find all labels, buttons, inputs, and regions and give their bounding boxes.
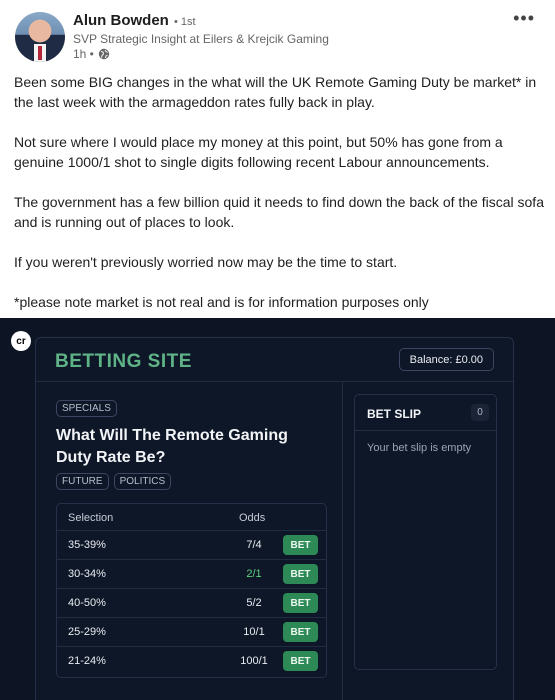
bet-slip-panel: BET SLIP 0 Your bet slip is empty [354, 394, 497, 670]
avatar[interactable] [15, 12, 65, 62]
odds-table: Selection Odds 35-39% 7/4 BET 30-34% 2/1… [56, 503, 327, 678]
post-paragraph: The government has a few billion quid it… [14, 194, 544, 230]
header-selection: Selection [68, 512, 114, 524]
connection-degree: • 1st [174, 16, 196, 28]
post-time: 1h • [73, 47, 94, 61]
bet-slip-empty-text: Your bet slip is empty [367, 442, 472, 454]
tag-politics: POLITICS [113, 473, 172, 490]
selection-cell: 30-34% [68, 568, 106, 580]
bet-button[interactable]: BET [283, 564, 318, 584]
more-options-icon[interactable]: ••• [513, 8, 535, 29]
globe-icon [98, 48, 110, 60]
post-paragraph: Been some BIG changes in the what will t… [14, 74, 537, 110]
cr-logo-icon: cr [11, 331, 31, 351]
odds-cell: 7/4 [246, 539, 262, 551]
odds-cell: 100/1 [240, 655, 268, 667]
bet-slip-count: 0 [471, 404, 489, 421]
selection-cell: 40-50% [68, 597, 106, 609]
bet-button[interactable]: BET [283, 622, 318, 642]
market-tags: FUTURE POLITICS [56, 473, 172, 490]
bet-button[interactable]: BET [283, 593, 318, 613]
betting-site-panel: BETTING SITE Balance: £0.00 SPECIALS Wha… [35, 337, 514, 700]
bet-slip-divider [355, 430, 496, 431]
bet-slip-title: BET SLIP [367, 407, 422, 421]
header-divider [36, 381, 513, 382]
odds-cell: 2/1 [246, 568, 262, 580]
tag-future: FUTURE [56, 473, 109, 490]
selection-cell: 35-39% [68, 539, 106, 551]
post-paragraph: If you weren't previously worried now ma… [14, 254, 398, 270]
avatar-tie [38, 46, 42, 60]
category-tag: SPECIALS [56, 400, 117, 417]
linkedin-post: Alun Bowden • 1st SVP Strategic Insight … [0, 0, 555, 318]
author-name[interactable]: Alun Bowden [73, 12, 169, 29]
table-row: 30-34% 2/1 BET [57, 559, 326, 588]
table-row: 21-24% 100/1 BET [57, 646, 326, 675]
post-meta: 1h • [73, 47, 110, 61]
header-odds: Odds [239, 512, 266, 524]
selection-cell: 21-24% [68, 655, 106, 667]
market-title: What Will The Remote Gaming Duty Rate Be… [56, 427, 288, 466]
post-paragraph: Not sure where I would place my money at… [14, 134, 503, 170]
balance-badge: Balance: £0.00 [398, 348, 494, 371]
table-row: 25-29% 10/1 BET [57, 617, 326, 646]
table-row: 35-39% 7/4 BET [57, 530, 326, 559]
post-body: Been some BIG changes in the what will t… [14, 72, 544, 312]
odds-cell: 5/2 [246, 597, 262, 609]
site-title: BETTING SITE [55, 351, 192, 372]
post-image[interactable]: cr BETTING SITE Balance: £0.00 SPECIALS … [0, 318, 555, 700]
table-row: 40-50% 5/2 BET [57, 588, 326, 617]
post-paragraph: *please note market is not real and is f… [14, 294, 429, 310]
selection-cell: 25-29% [68, 626, 106, 638]
column-divider [342, 381, 343, 700]
bet-button[interactable]: BET [283, 535, 318, 555]
bet-button[interactable]: BET [283, 651, 318, 671]
odds-cell: 10/1 [243, 626, 265, 638]
author-headline: SVP Strategic Insight at Eilers & Krejci… [73, 32, 329, 46]
